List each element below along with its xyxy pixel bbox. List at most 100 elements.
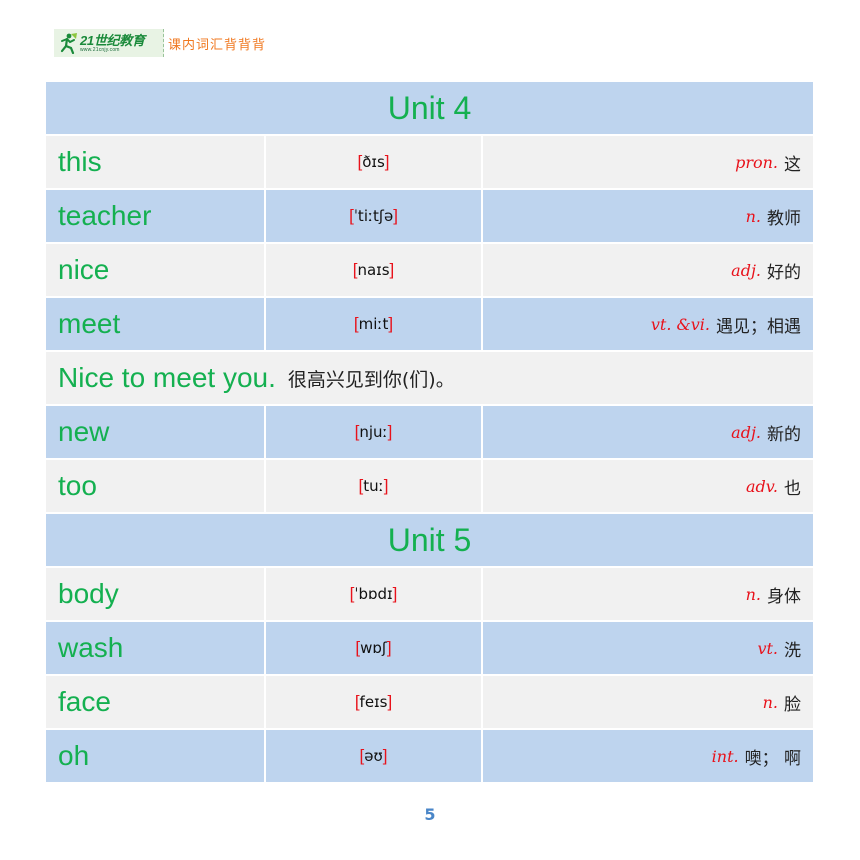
part-of-speech: int.	[711, 746, 739, 766]
word-text: wash	[58, 632, 124, 663]
chinese-meaning: 身体	[767, 586, 801, 607]
phonetic-text: wɒʃ	[360, 639, 387, 657]
phonetic-cell: [wɒʃ]	[266, 622, 483, 676]
phonetic-text: ðɪs	[362, 153, 385, 171]
vocabulary-table: Unit 4 this [ðɪs] pron. 这 teacher [ˈtiːtʃə] n. 教…	[46, 82, 813, 784]
word-cell: nice	[46, 244, 266, 298]
word-cell: too	[46, 460, 266, 514]
word-row: teacher [ˈtiːtʃə] n. 教师	[46, 190, 813, 244]
meaning-cell: adj. 新的	[483, 406, 813, 460]
part-of-speech: vt. &vi.	[650, 314, 710, 334]
meaning-cell: pron. 这	[483, 136, 813, 190]
close-bracket: ]	[387, 422, 393, 441]
part-of-speech: vt.	[757, 638, 778, 658]
word-cell: wash	[46, 622, 266, 676]
phonetic-cell: [ðɪs]	[266, 136, 483, 190]
phonetic-text: feɪs	[359, 693, 388, 711]
word-text: new	[58, 416, 110, 447]
unit-title: Unit 5	[387, 521, 472, 558]
phrase-chinese: 很高兴见到你(们)。	[287, 368, 455, 391]
part-of-speech: adj.	[731, 260, 761, 280]
word-cell: teacher	[46, 190, 266, 244]
meaning-cell: adj. 好的	[483, 244, 813, 298]
chinese-meaning: 洗	[784, 640, 801, 661]
close-bracket: ]	[393, 206, 398, 225]
word-text: teacher	[58, 200, 152, 231]
unit-title: Unit 4	[387, 89, 472, 126]
close-bracket: ]	[392, 584, 398, 603]
meaning-cell: int. 噢； 啊	[483, 730, 813, 784]
part-of-speech: n.	[762, 692, 778, 712]
logo: 21世纪教育 www.21cnjy.com	[54, 29, 164, 57]
part-of-speech: n.	[745, 206, 761, 226]
close-bracket: ]	[383, 476, 389, 495]
meaning-cell: adv. 也	[483, 460, 813, 514]
word-row: too [tuː] adv. 也	[46, 460, 813, 514]
word-text: nice	[58, 254, 110, 285]
close-bracket: ]	[382, 746, 388, 765]
close-bracket: ]	[386, 638, 392, 657]
page-header: 21世纪教育 www.21cnjy.com 课内词汇背背背	[54, 29, 266, 57]
meaning-cell: n. 脸	[483, 676, 813, 730]
unit-header-row: Unit 5	[46, 514, 813, 568]
word-cell: this	[46, 136, 266, 190]
word-row: nice [naɪs] adj. 好的	[46, 244, 813, 298]
word-text: too	[58, 470, 97, 501]
chinese-meaning: 噢； 啊	[744, 748, 801, 769]
phonetic-cell: [tuː]	[266, 460, 483, 514]
header-title: 课内词汇背背背	[168, 37, 267, 53]
word-row: new [njuː] adj. 新的	[46, 406, 813, 460]
word-text: this	[58, 146, 102, 177]
phonetic-cell: [ˈtiːtʃə]	[266, 190, 483, 244]
phonetic-text: naɪs	[357, 261, 390, 279]
close-bracket: ]	[384, 152, 390, 171]
phonetic-cell: [əʊ]	[266, 730, 483, 784]
part-of-speech: adv.	[745, 476, 778, 496]
logo-url-text: www.21cnjy.com	[80, 46, 120, 53]
phrase-cell: Nice to meet you. 很高兴见到你(们)。	[46, 352, 813, 406]
chinese-meaning: 好的	[767, 262, 801, 283]
word-cell: body	[46, 568, 266, 622]
close-bracket: ]	[388, 314, 394, 333]
logo-main-text: 21世纪教育	[80, 32, 145, 48]
word-row: meet [miːt] vt. &vi. 遇见；相遇	[46, 298, 813, 352]
chinese-meaning: 教师	[767, 208, 801, 229]
part-of-speech: n.	[745, 584, 761, 604]
phonetic-text: tuː	[363, 477, 384, 495]
chinese-meaning: 这	[784, 154, 801, 175]
meaning-cell: n. 教师	[483, 190, 813, 244]
phrase-row: Nice to meet you. 很高兴见到你(们)。	[46, 352, 813, 406]
word-row: body [ˈbɒdɪ] n. 身体	[46, 568, 813, 622]
word-row: oh[əʊ] int. 噢； 啊	[46, 730, 813, 784]
phonetic-text: əʊ	[364, 747, 383, 765]
phrase-english: Nice to meet you.	[58, 362, 276, 393]
word-cell: face	[46, 676, 266, 730]
meaning-cell: vt. 洗	[483, 622, 813, 676]
chinese-meaning: 脸	[784, 694, 801, 715]
word-text: oh	[58, 740, 90, 771]
close-bracket: ]	[387, 692, 393, 711]
word-cell: oh	[46, 730, 266, 784]
phonetic-cell: [miːt]	[266, 298, 483, 352]
chinese-meaning: 遇见；相遇	[716, 316, 801, 337]
phonetic-text: ˈbɒdɪ	[354, 585, 393, 603]
word-text: body	[58, 578, 119, 609]
close-bracket: ]	[389, 260, 395, 279]
word-cell: meet	[46, 298, 266, 352]
meaning-cell: vt. &vi. 遇见；相遇	[483, 298, 813, 352]
meaning-cell: n. 身体	[483, 568, 813, 622]
word-text: meet	[58, 308, 121, 339]
phonetic-cell: [njuː]	[266, 406, 483, 460]
unit-header-row: Unit 4	[46, 82, 813, 136]
word-text: face	[58, 686, 111, 717]
chinese-meaning: 也	[784, 478, 801, 499]
part-of-speech: adj.	[731, 422, 761, 442]
page-number: 5	[424, 805, 436, 824]
phonetic-cell: [naɪs]	[266, 244, 483, 298]
phonetic-cell: [feɪs]	[266, 676, 483, 730]
word-row: face [feɪs] n. 脸	[46, 676, 813, 730]
word-cell: new	[46, 406, 266, 460]
runner-logo-icon	[60, 33, 77, 54]
part-of-speech: pron.	[735, 152, 778, 172]
unit-header-cell: Unit 4	[46, 82, 813, 136]
